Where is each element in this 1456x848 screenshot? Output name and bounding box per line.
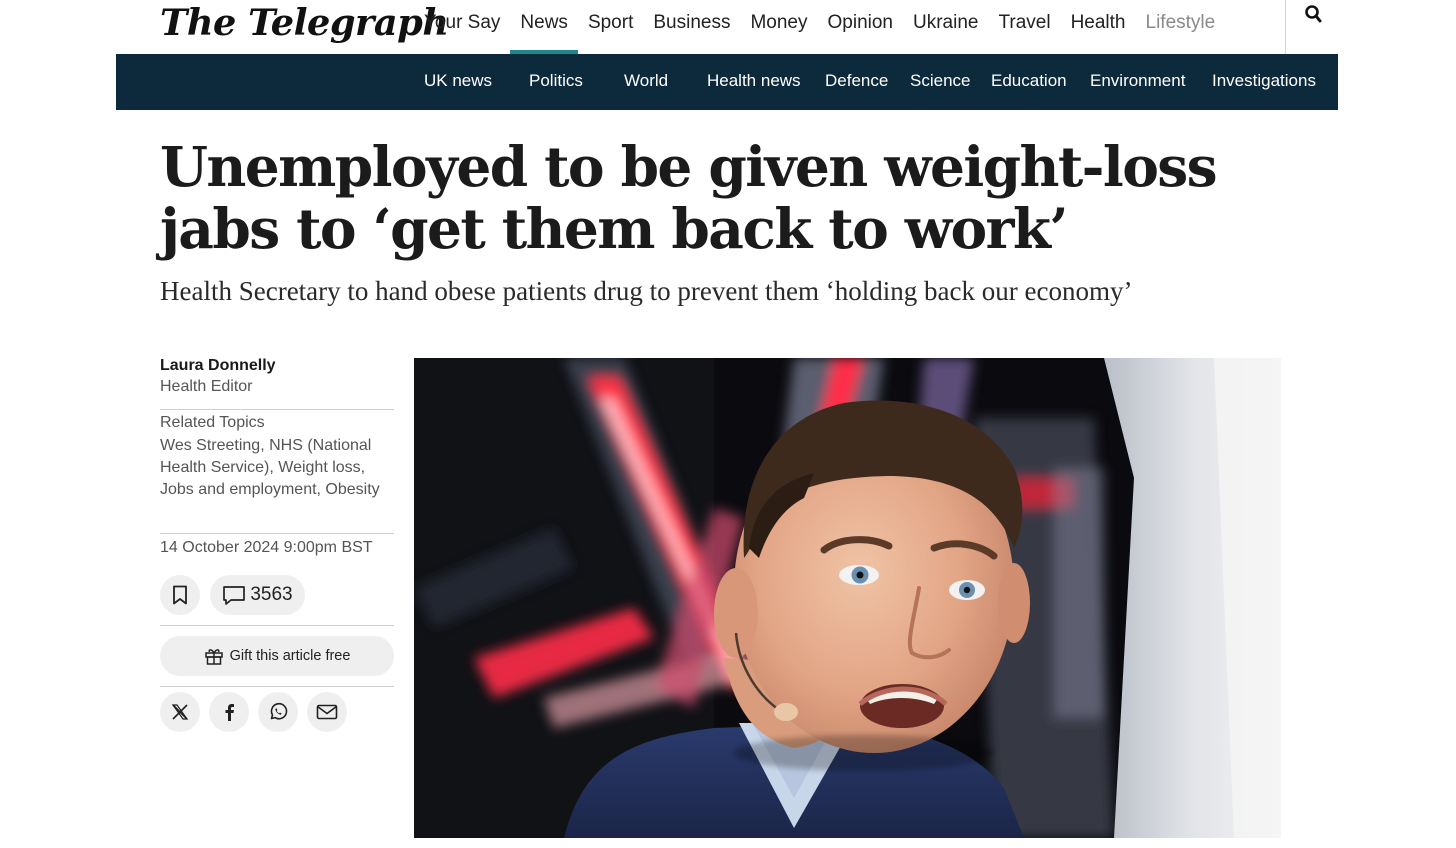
author-name[interactable]: Laura Donnelly	[160, 357, 276, 375]
comment-count: 3563	[250, 584, 293, 605]
topic-link[interactable]: Weight loss	[278, 459, 360, 476]
subnav-politics[interactable]: Politics	[529, 54, 583, 110]
topic-link[interactable]: Wes Streeting	[160, 437, 260, 454]
search-button[interactable]	[1300, 2, 1328, 30]
divider	[160, 533, 394, 534]
share-email-button[interactable]	[307, 692, 347, 732]
author-role: Health Editor	[160, 378, 253, 395]
divider	[160, 625, 394, 626]
whatsapp-icon	[270, 702, 288, 720]
divider	[160, 409, 394, 410]
topic-link[interactable]: Obesity	[325, 481, 379, 498]
subnav-investigations[interactable]: Investigations	[1212, 54, 1316, 110]
facebook-icon	[225, 704, 234, 721]
divider	[160, 686, 394, 687]
related-topics: Wes Streeting, NHS (National Health Serv…	[160, 437, 380, 498]
subnav-uk-news[interactable]: UK news	[424, 54, 492, 110]
comment-icon	[223, 586, 246, 605]
nav-health[interactable]: Health	[1061, 0, 1136, 54]
share-facebook-button[interactable]	[209, 692, 249, 732]
share-x-button[interactable]	[160, 692, 200, 732]
gift-article-label: Gift this article free	[229, 648, 351, 664]
subnav-science[interactable]: Science	[910, 54, 970, 110]
gift-icon	[204, 649, 223, 665]
comments-button[interactable]: 3563	[210, 575, 305, 615]
search-icon	[1305, 5, 1322, 23]
share-whatsapp-button[interactable]	[258, 692, 298, 732]
nav-business[interactable]: Business	[643, 0, 740, 54]
hero-image	[414, 358, 1281, 838]
publish-date: 14 October 2024 9:00pm BST	[160, 539, 373, 556]
secondary-nav: UK news Politics World Health news Defen…	[116, 54, 1338, 110]
nav-lifestyle[interactable]: Lifestyle	[1136, 0, 1226, 54]
article-headline: Unemployed to be given weight-loss jabs …	[160, 134, 1218, 261]
nav-news[interactable]: News	[510, 0, 578, 54]
subnav-world[interactable]: World	[624, 54, 668, 110]
bookmark-button[interactable]	[160, 575, 200, 615]
article-standfirst: Health Secretary to hand obese patients …	[160, 276, 1133, 306]
x-icon	[171, 704, 189, 720]
primary-nav: Your Say News Sport Business Money Opini…	[414, 0, 1225, 54]
subnav-health-news[interactable]: Health news	[707, 54, 801, 110]
nav-travel[interactable]: Travel	[988, 0, 1060, 54]
nav-ukraine[interactable]: Ukraine	[903, 0, 988, 54]
bookmark-icon	[173, 585, 187, 605]
subnav-environment[interactable]: Environment	[1090, 54, 1185, 110]
gift-article-button[interactable]: Gift this article free	[160, 636, 394, 676]
masthead: The Telegraph Your Say News Sport Busine…	[0, 0, 1456, 54]
topic-link[interactable]: Jobs and employment	[160, 481, 317, 498]
hero-photo-illustration	[414, 358, 1281, 838]
nav-divider	[1285, 0, 1286, 54]
telegraph-logo[interactable]: The Telegraph	[160, 2, 449, 44]
email-icon	[316, 704, 338, 720]
subnav-defence[interactable]: Defence	[825, 54, 888, 110]
nav-sport[interactable]: Sport	[578, 0, 643, 54]
nav-your-say[interactable]: Your Say	[414, 0, 510, 54]
nav-money[interactable]: Money	[740, 0, 817, 54]
subnav-education[interactable]: Education	[991, 54, 1067, 110]
nav-opinion[interactable]: Opinion	[818, 0, 904, 54]
related-topics-title: Related Topics	[160, 414, 265, 431]
